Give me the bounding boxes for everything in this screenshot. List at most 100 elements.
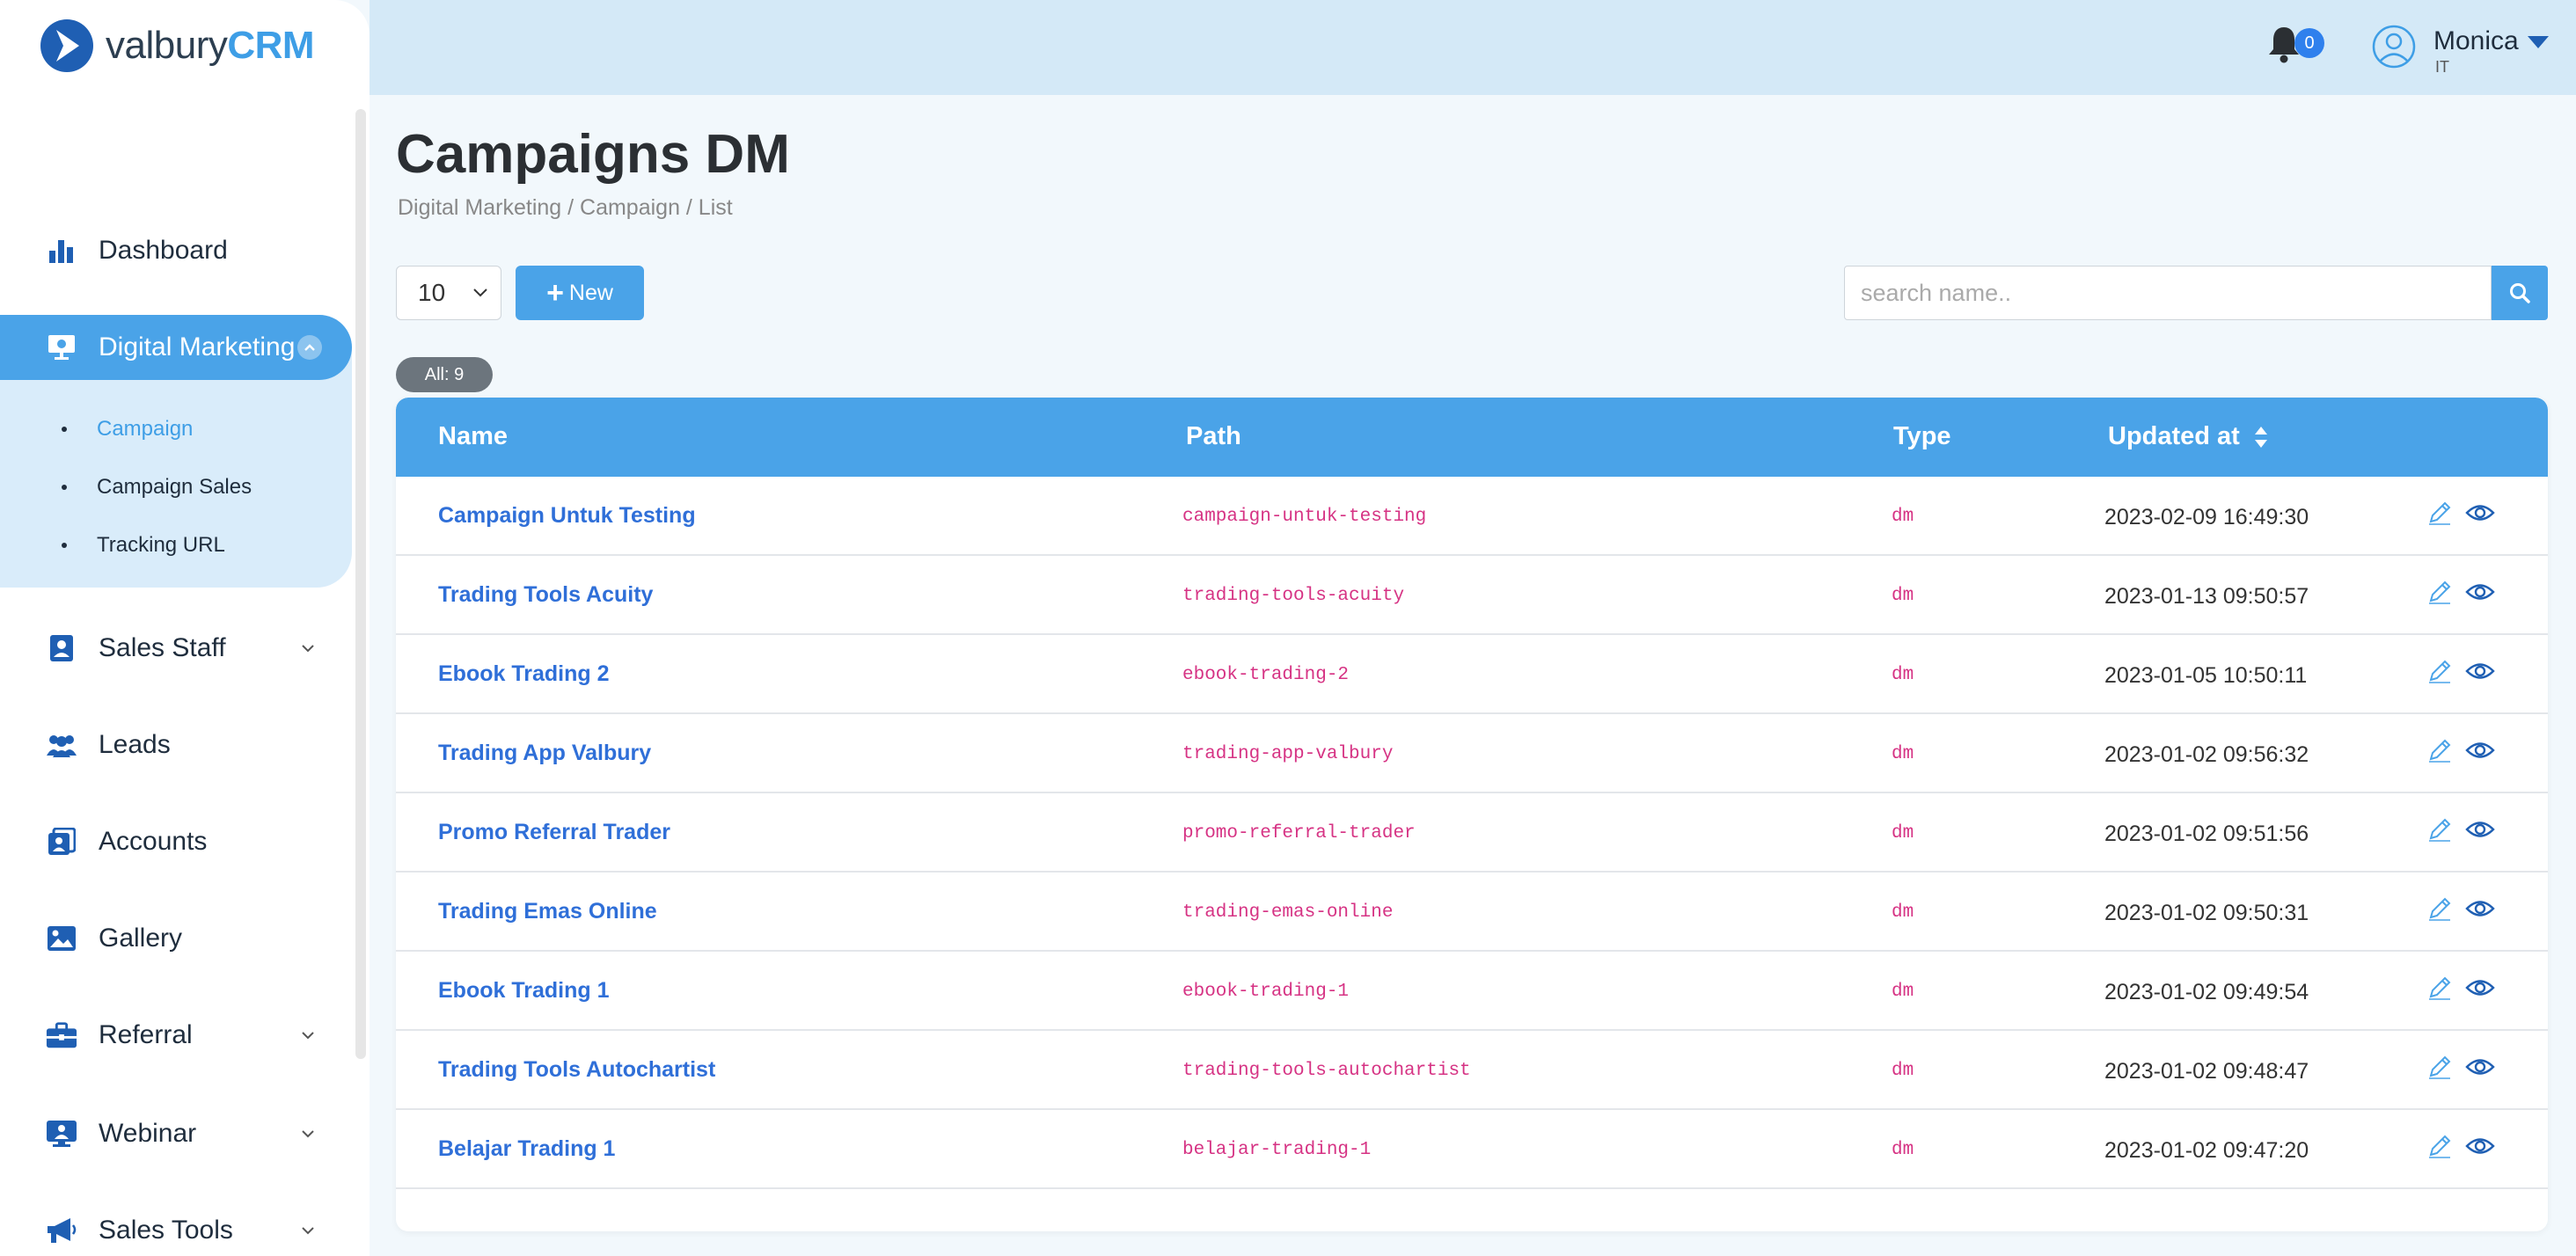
campaign-name-link[interactable]: Ebook Trading 2 xyxy=(438,661,609,687)
users-icon xyxy=(46,729,77,761)
logo-mark-icon xyxy=(40,19,93,72)
eye-icon[interactable] xyxy=(2465,1055,2495,1078)
campaign-name-link[interactable]: Belajar Trading 1 xyxy=(438,1136,615,1162)
campaign-type: dm xyxy=(1892,507,1914,527)
campaign-name-link[interactable]: Trading Tools Autochartist xyxy=(438,1057,715,1083)
user-role: IT xyxy=(2435,58,2449,76)
caret-down-icon[interactable] xyxy=(2527,35,2550,49)
campaign-path: trading-app-valbury xyxy=(1182,744,1394,764)
topbar xyxy=(370,0,2576,95)
sidebar-item-digital-marketing[interactable]: Digital Marketing xyxy=(0,315,352,380)
sidebar-item-webinar[interactable]: Webinar xyxy=(0,1101,352,1166)
image-icon xyxy=(46,923,77,954)
eye-icon[interactable] xyxy=(2465,739,2495,762)
campaign-name-link[interactable]: Campaign Untuk Testing xyxy=(438,503,696,529)
campaign-name-link[interactable]: Trading Tools Acuity xyxy=(438,582,653,608)
submenu-label: Campaign xyxy=(97,417,194,441)
campaign-updated-at: 2023-01-02 09:48:47 xyxy=(2104,1059,2309,1084)
campaign-path: promo-referral-trader xyxy=(1182,823,1416,843)
page-title: Campaigns DM xyxy=(396,124,790,185)
eye-icon[interactable] xyxy=(2465,818,2495,841)
megaphone-icon xyxy=(46,1215,77,1246)
sidebar: valburyCRM Dashboard Digital Marketing C… xyxy=(0,0,370,1256)
column-header-type[interactable]: Type xyxy=(1893,422,1951,451)
edit-icon[interactable] xyxy=(2426,658,2453,684)
sidebar-item-gallery[interactable]: Gallery xyxy=(0,906,352,971)
presentation-icon xyxy=(46,332,77,363)
new-button[interactable]: + New xyxy=(516,266,644,320)
sidebar-item-sales-tools[interactable]: Sales Tools xyxy=(0,1198,352,1256)
chevron-down-icon[interactable] xyxy=(297,1123,318,1144)
sidebar-item-leads[interactable]: Leads xyxy=(0,712,352,778)
search-icon xyxy=(2510,283,2530,303)
chevron-down-icon[interactable] xyxy=(297,1025,318,1046)
search-button[interactable] xyxy=(2492,266,2548,320)
user-name[interactable]: Monica xyxy=(2433,26,2519,56)
eye-icon[interactable] xyxy=(2465,660,2495,683)
sidebar-item-label: Dashboard xyxy=(99,236,228,265)
sidebar-scrollbar[interactable] xyxy=(355,109,366,1059)
edit-icon[interactable] xyxy=(2426,579,2453,605)
campaign-type: dm xyxy=(1892,1140,1914,1160)
logo-text: valburyCRM xyxy=(106,24,315,67)
campaign-type: dm xyxy=(1892,982,1914,1002)
campaign-type: dm xyxy=(1892,1061,1914,1081)
chevron-down-icon[interactable] xyxy=(297,638,318,659)
table-header: Name Path Type Updated at xyxy=(396,398,2548,477)
eye-icon[interactable] xyxy=(2465,976,2495,999)
column-header-path[interactable]: Path xyxy=(1186,422,1241,451)
campaign-name-link[interactable]: Trading Emas Online xyxy=(438,899,657,924)
sort-icon xyxy=(2254,427,2267,449)
sidebar-item-label: Gallery xyxy=(99,924,183,953)
contacts-icon xyxy=(46,826,77,858)
webinar-icon xyxy=(46,1118,77,1150)
logo[interactable]: valburyCRM xyxy=(39,18,315,74)
chevron-up-icon[interactable] xyxy=(297,335,322,360)
submenu-item-campaign[interactable]: Campaign xyxy=(62,417,193,442)
sidebar-item-accounts[interactable]: Accounts xyxy=(0,809,352,874)
submenu-label: Campaign Sales xyxy=(97,475,252,499)
edit-icon[interactable] xyxy=(2426,500,2453,526)
sidebar-item-dashboard[interactable]: Dashboard xyxy=(0,218,352,283)
sidebar-item-label: Leads xyxy=(99,730,171,759)
per-page-select[interactable]: 10 xyxy=(396,266,501,320)
edit-icon[interactable] xyxy=(2426,975,2453,1001)
bar-chart-icon xyxy=(46,235,77,267)
sidebar-item-label: Accounts xyxy=(99,827,208,856)
column-header-label: Updated at xyxy=(2108,422,2240,450)
column-header-updated-at[interactable]: Updated at xyxy=(2108,422,2268,451)
sidebar-item-referral[interactable]: Referral xyxy=(0,1003,352,1068)
table-row: Trading Tools Autochartist trading-tools… xyxy=(396,1031,2548,1110)
user-avatar-icon[interactable] xyxy=(2372,25,2416,69)
table-row: Trading Emas Online trading-emas-online … xyxy=(396,873,2548,952)
table-row: Belajar Trading 1 belajar-trading-1 dm 2… xyxy=(396,1110,2548,1189)
eye-icon[interactable] xyxy=(2465,897,2495,920)
sidebar-item-label: Sales Staff xyxy=(99,633,226,662)
id-badge-icon xyxy=(46,632,77,664)
bullet-icon xyxy=(62,543,67,548)
edit-icon[interactable] xyxy=(2426,895,2453,922)
submenu-item-tracking-url[interactable]: Tracking URL xyxy=(62,533,225,558)
campaign-name-link[interactable]: Ebook Trading 1 xyxy=(438,978,609,1004)
edit-icon[interactable] xyxy=(2426,1133,2453,1159)
table-row: Ebook Trading 1 ebook-trading-1 dm 2023-… xyxy=(396,952,2548,1031)
campaign-type: dm xyxy=(1892,823,1914,843)
chevron-down-icon[interactable] xyxy=(297,1220,318,1241)
campaign-updated-at: 2023-01-02 09:49:54 xyxy=(2104,980,2309,1004)
campaigns-table: Name Path Type Updated at Campaign Untuk… xyxy=(396,398,2548,1231)
edit-icon[interactable] xyxy=(2426,816,2453,843)
search-input[interactable] xyxy=(1844,266,2492,320)
edit-icon[interactable] xyxy=(2426,1054,2453,1080)
campaign-updated-at: 2023-01-05 10:50:11 xyxy=(2104,663,2308,688)
new-button-label: New xyxy=(568,280,613,305)
eye-icon[interactable] xyxy=(2465,581,2495,603)
column-header-name[interactable]: Name xyxy=(438,422,508,451)
campaign-name-link[interactable]: Trading App Valbury xyxy=(438,741,651,766)
eye-icon[interactable] xyxy=(2465,1135,2495,1157)
submenu-item-campaign-sales[interactable]: Campaign Sales xyxy=(62,475,252,500)
campaign-name-link[interactable]: Promo Referral Trader xyxy=(438,820,670,845)
edit-icon[interactable] xyxy=(2426,737,2453,763)
sidebar-item-sales-staff[interactable]: Sales Staff xyxy=(0,616,352,681)
sidebar-item-label: Sales Tools xyxy=(99,1216,233,1245)
eye-icon[interactable] xyxy=(2465,501,2495,524)
